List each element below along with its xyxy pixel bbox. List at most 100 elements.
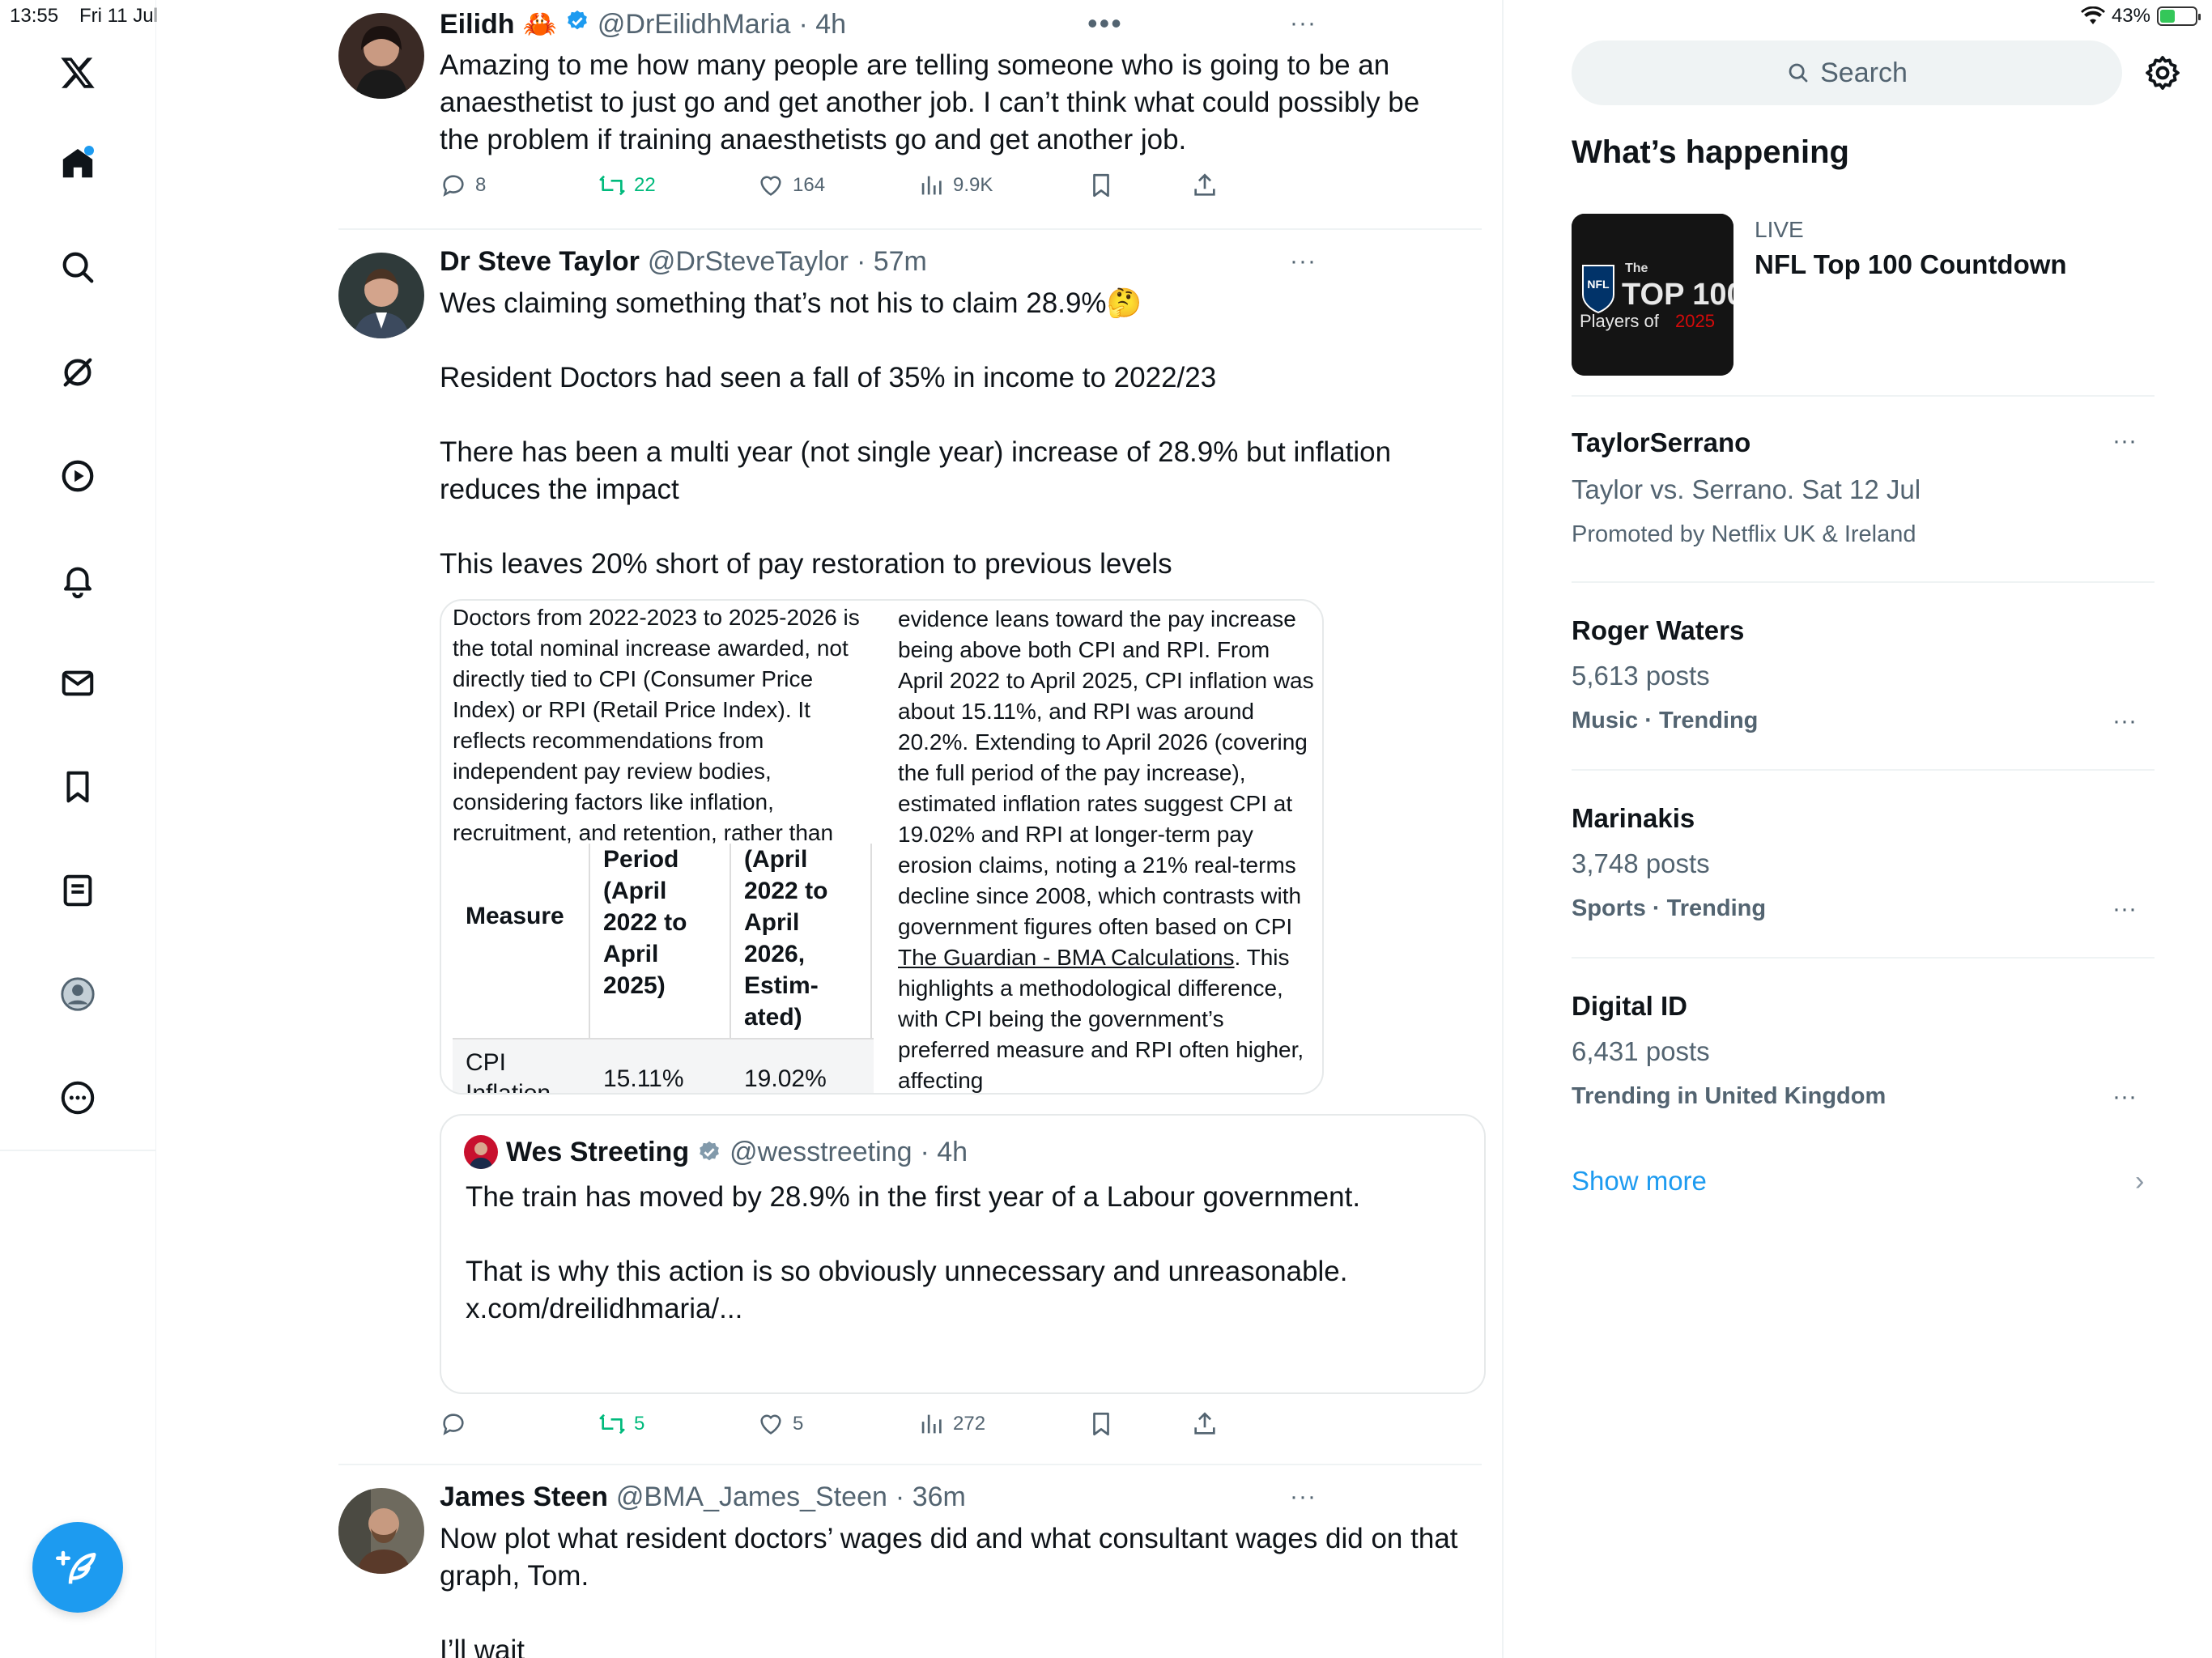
- trend-title: TaylorSerrano: [1572, 427, 1751, 457]
- table-header-cell: Period (April 2022 to April 2025): [592, 844, 731, 1038]
- sidebar-divider: [0, 1150, 156, 1151]
- trend-title: Marinakis: [1572, 803, 1695, 833]
- messages-icon[interactable]: [53, 659, 102, 708]
- post-separator: [338, 228, 1482, 230]
- like-count: 5: [793, 1413, 804, 1435]
- trend-more-button[interactable]: ···: [2112, 1083, 2137, 1111]
- repost-count: 5: [634, 1413, 645, 1435]
- image-text-top100: TOP 100: [1622, 278, 1733, 312]
- like-count: 164: [793, 174, 826, 196]
- lists-icon[interactable]: [53, 866, 102, 915]
- share-icon: [1194, 173, 1215, 196]
- search-icon: [1789, 63, 1808, 83]
- repost-icon: [599, 1414, 625, 1435]
- profile-icon[interactable]: [53, 970, 102, 1018]
- trend-more-button[interactable]: ···: [2112, 895, 2137, 923]
- views-count: 272: [953, 1413, 986, 1435]
- trend-more-button[interactable]: ···: [2112, 427, 2137, 455]
- like-button[interactable]: 5: [757, 1410, 803, 1438]
- trend-post-count: 5,613 posts: [1572, 661, 1710, 691]
- image-right-text: evidence leans toward the pay increase b…: [898, 604, 1319, 1093]
- settings-gear-icon[interactable]: [2143, 53, 2182, 92]
- trend-meta: Music · Trending: [1572, 708, 1759, 733]
- more-icon[interactable]: [53, 1073, 102, 1122]
- quoted-post-header: Wes Streeting @wesstreeting · 4h: [464, 1135, 968, 1169]
- repost-button[interactable]: 5: [598, 1410, 644, 1438]
- author-name[interactable]: James Steen: [440, 1482, 608, 1513]
- post-actions: 8 22 164 9.9K: [440, 172, 1460, 207]
- post-time[interactable]: · 36m: [895, 1482, 966, 1513]
- author-handle[interactable]: @DrSteveTaylor: [648, 246, 849, 278]
- nfl-logo-text: NFL: [1587, 278, 1610, 291]
- author-handle[interactable]: @DrEilidhMaria: [598, 9, 791, 40]
- notifications-icon[interactable]: [53, 555, 102, 604]
- author-name[interactable]: Eilidh: [440, 9, 515, 40]
- verified-badge-icon: [700, 1141, 719, 1161]
- avatar-eilidh[interactable]: [338, 13, 424, 99]
- notification-dot: [84, 146, 94, 155]
- bookmarks-icon[interactable]: [53, 763, 102, 811]
- verified-badge-icon: [568, 10, 587, 30]
- video-icon[interactable]: [53, 452, 102, 500]
- share-button[interactable]: [1191, 172, 1219, 199]
- avatar-james-steen[interactable]: [338, 1488, 424, 1574]
- explore-icon[interactable]: [53, 243, 102, 291]
- bookmark-button[interactable]: [1087, 172, 1115, 199]
- trend-separator: [1572, 957, 2155, 959]
- sidebar: [0, 0, 156, 1658]
- avatar-steve-taylor[interactable]: [338, 253, 424, 338]
- views-icon: [921, 1414, 942, 1434]
- show-more-link[interactable]: Show more: [1572, 1166, 1707, 1197]
- post-header: James Steen @BMA_James_Steen · 36m: [440, 1482, 966, 1513]
- post-actions: 5 5 272: [440, 1410, 1460, 1446]
- quoted-avatar: [464, 1135, 498, 1169]
- whats-happening-heading: What’s happening: [1572, 134, 1849, 170]
- like-button[interactable]: 164: [757, 172, 825, 199]
- chevron-right-icon: ›: [2135, 1166, 2145, 1197]
- compose-button[interactable]: [32, 1522, 123, 1613]
- post-separator: [338, 1464, 1482, 1465]
- bookmark-icon: [1093, 173, 1109, 198]
- author-name[interactable]: Dr Steve Taylor: [440, 246, 640, 278]
- compose-icon: [56, 1550, 96, 1584]
- reply-icon: [443, 1414, 464, 1435]
- author-handle[interactable]: @BMA_James_Steen: [616, 1482, 887, 1513]
- repost-count: 22: [634, 174, 656, 196]
- live-event-title[interactable]: NFL Top 100 Countdown: [1755, 249, 2067, 280]
- heart-icon: [760, 176, 781, 196]
- views-button[interactable]: 272: [917, 1410, 985, 1438]
- post-more-button[interactable]: ···: [1290, 10, 1317, 37]
- reply-count: 8: [475, 174, 487, 196]
- x-logo-icon[interactable]: [53, 49, 102, 97]
- feed-handle-dots[interactable]: •••: [1087, 6, 1123, 40]
- right-sidebar: Search What’s happening NFL The TOP 100 …: [1504, 0, 2212, 1658]
- trend-separator: [1572, 395, 2155, 397]
- table-cell-measure: CPI Inflation: [466, 1049, 551, 1095]
- repost-button[interactable]: 22: [598, 172, 656, 199]
- post-more-button[interactable]: ···: [1290, 1483, 1317, 1511]
- views-button[interactable]: 9.9K: [917, 172, 993, 199]
- post-time[interactable]: · 57m: [857, 246, 927, 278]
- post-image[interactable]: Doctors from 2022-2023 to 2025-2026 is t…: [440, 599, 1324, 1095]
- search-input[interactable]: Search: [1572, 40, 2122, 105]
- quoted-post-text: The train has moved by 28.9% in the firs…: [466, 1181, 1361, 1324]
- reply-button[interactable]: [440, 1410, 475, 1438]
- post-text: Now plot what resident doctors’ wages di…: [440, 1523, 1458, 1658]
- grok-icon[interactable]: [53, 348, 102, 397]
- image-source-link: The Guardian - BMA Calculations: [898, 945, 1235, 970]
- live-event-image[interactable]: NFL The TOP 100 Players of 2025: [1572, 214, 1733, 376]
- live-label: LIVE: [1755, 217, 1804, 242]
- home-icon[interactable]: [53, 139, 102, 188]
- table-header-measure: Measure: [466, 903, 564, 929]
- table-header-cell: Measure: [453, 844, 590, 1038]
- post-more-button[interactable]: ···: [1290, 248, 1317, 275]
- trend-title: Roger Waters: [1572, 615, 1745, 645]
- bookmark-button[interactable]: [1087, 1410, 1115, 1438]
- quoted-author-name: Wes Streeting: [506, 1136, 690, 1167]
- trend-meta: Promoted by Netflix UK & Ireland: [1572, 521, 1916, 547]
- trend-more-button[interactable]: ···: [2112, 708, 2137, 735]
- reply-button[interactable]: 8: [440, 172, 486, 199]
- quoted-post[interactable]: Wes Streeting @wesstreeting · 4h The tra…: [440, 1114, 1486, 1394]
- post-time[interactable]: · 4h: [798, 9, 846, 40]
- share-button[interactable]: [1191, 1410, 1219, 1438]
